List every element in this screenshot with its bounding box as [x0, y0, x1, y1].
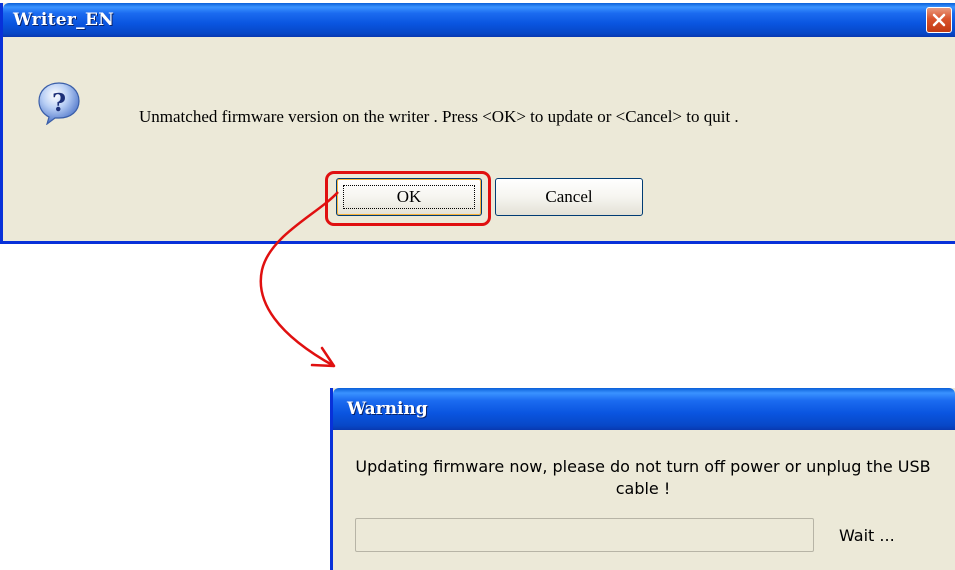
warning-message: Updating firmware now, please do not tur…: [355, 457, 931, 498]
title-bar[interactable]: Warning: [333, 388, 955, 430]
window-title: Warning: [347, 399, 428, 419]
progress-bar: [355, 518, 814, 552]
warning-dialog: Warning Updating firmware now, please do…: [330, 388, 955, 570]
status-text: Wait ...: [839, 526, 895, 545]
